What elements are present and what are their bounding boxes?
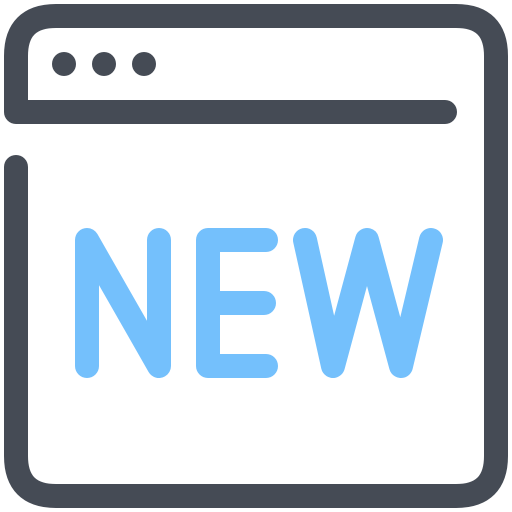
letter-w [293, 228, 443, 378]
window-dot-3 [132, 52, 156, 76]
letter-e [196, 228, 278, 378]
new-badge-text [75, 228, 443, 378]
window-dot-2 [92, 52, 116, 76]
letter-n [75, 228, 171, 378]
browser-window-icon-graphic [4, 4, 508, 508]
window-dot-1 [52, 52, 76, 76]
new-window-icon [0, 0, 512, 512]
